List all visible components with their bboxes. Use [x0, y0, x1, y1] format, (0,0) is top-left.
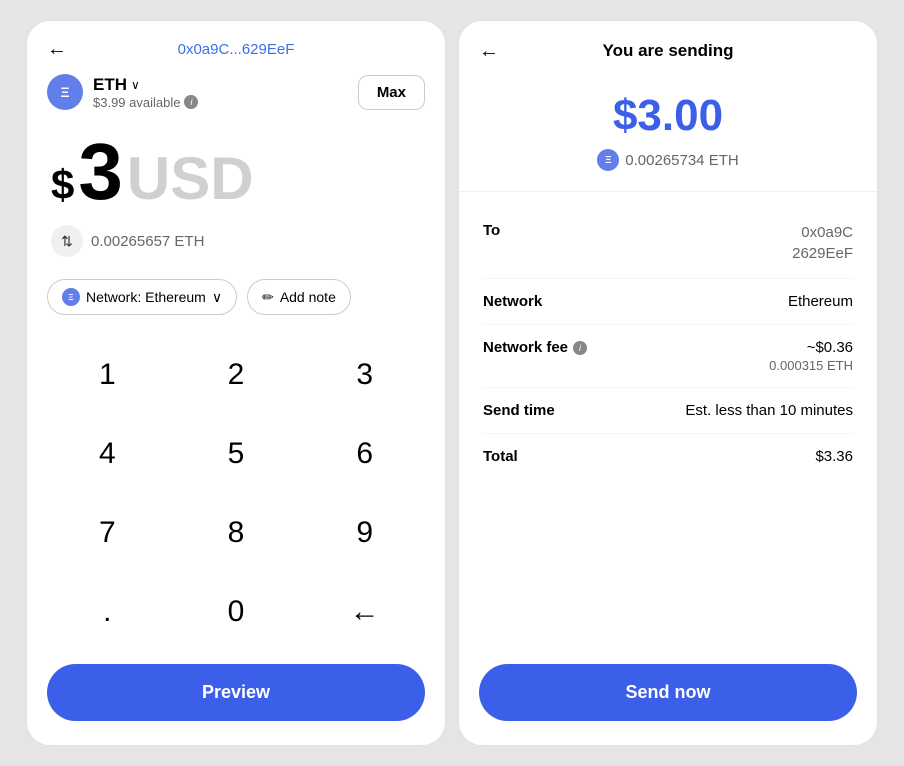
key-2[interactable]: 2 [172, 335, 301, 414]
sending-amount-section: $3.00 Ξ 0.00265734 ETH [459, 81, 877, 192]
total-row: Total $3.36 [483, 434, 853, 479]
eth-conversion-text: 0.00265657 ETH [91, 233, 204, 250]
transaction-details: To 0x0a9C 2629EeF Network Ethereum Netwo… [459, 192, 877, 656]
wallet-address[interactable]: 0x0a9C...629EeF [178, 41, 295, 58]
sending-eth-amount: 0.00265734 ETH [625, 152, 738, 169]
sending-usd-amount: $3.00 [479, 91, 857, 141]
key-7[interactable]: 7 [43, 494, 172, 573]
send-time-label: Send time [483, 402, 555, 419]
network-row: Network Ethereum [483, 279, 853, 325]
token-balance-text: $3.99 available i [93, 95, 198, 110]
to-label: To [483, 222, 500, 239]
network-fee-row: Network fee i ~$0.36 0.000315 ETH [483, 325, 853, 388]
to-row: To 0x0a9C 2629EeF [483, 208, 853, 279]
network-selector-button[interactable]: Ξ Network: Ethereum ∨ [47, 279, 237, 315]
amount-display: $ 3 USD [27, 122, 445, 221]
key-backspace[interactable]: ← [300, 573, 429, 652]
token-info[interactable]: Ξ ETH ∨ $3.99 available i [47, 74, 198, 110]
token-chevron-icon: ∨ [131, 78, 140, 92]
key-0[interactable]: 0 [172, 573, 301, 652]
eth-conversion-row: ⇅ 0.00265657 ETH [27, 221, 445, 271]
options-row: Ξ Network: Ethereum ∨ ✏ Add note [27, 271, 445, 331]
network-fee-eth: 0.000315 ETH [769, 358, 853, 373]
key-8[interactable]: 8 [172, 494, 301, 573]
token-name-label: ETH [93, 75, 127, 95]
sending-eth-icon: Ξ [597, 149, 619, 171]
key-5[interactable]: 5 [172, 414, 301, 493]
right-screen: ← You are sending $3.00 Ξ 0.00265734 ETH… [458, 20, 878, 746]
send-time-row: Send time Est. less than 10 minutes [483, 388, 853, 434]
right-screen-title: You are sending [603, 41, 734, 61]
eth-logo-icon: Ξ [47, 74, 83, 110]
right-header: ← You are sending [459, 41, 877, 81]
add-note-button[interactable]: ✏ Add note [247, 279, 351, 315]
pencil-icon: ✏ [262, 289, 274, 306]
network-detail-label: Network [483, 293, 542, 310]
key-3[interactable]: 3 [300, 335, 429, 414]
token-selector-row: Ξ ETH ∨ $3.99 available i Max [27, 74, 445, 122]
network-chevron-icon: ∨ [212, 289, 222, 306]
left-back-button[interactable]: ← [47, 38, 67, 61]
add-note-label: Add note [280, 289, 336, 305]
network-fee-label: Network fee [483, 339, 568, 356]
left-header: ← 0x0a9C...629EeF [27, 41, 445, 74]
right-back-button[interactable]: ← [479, 40, 499, 63]
preview-button[interactable]: Preview [47, 664, 425, 721]
network-label: Network: Ethereum [86, 289, 206, 305]
amount-number: 3 [78, 132, 123, 212]
swap-currency-button[interactable]: ⇅ [51, 225, 83, 257]
network-detail-value: Ethereum [788, 293, 853, 310]
left-screen: ← 0x0a9C...629EeF Ξ ETH ∨ $3.99 availabl… [26, 20, 446, 746]
key-1[interactable]: 1 [43, 335, 172, 414]
key-dot[interactable]: . [43, 573, 172, 652]
numpad: 1 2 3 4 5 6 7 8 9 . 0 ← [27, 331, 445, 656]
send-now-button[interactable]: Send now [479, 664, 857, 721]
network-fee-label-group: Network fee i [483, 339, 587, 356]
key-6[interactable]: 6 [300, 414, 429, 493]
usd-label: USD [127, 144, 254, 213]
sending-eth-row: Ξ 0.00265734 ETH [479, 149, 857, 171]
balance-info-icon[interactable]: i [184, 95, 198, 109]
key-4[interactable]: 4 [43, 414, 172, 493]
total-label: Total [483, 448, 518, 465]
dollar-sign: $ [51, 161, 74, 209]
network-eth-icon: Ξ [62, 288, 80, 306]
send-time-value: Est. less than 10 minutes [685, 402, 853, 419]
total-value: $3.36 [815, 448, 853, 465]
network-fee-info-icon[interactable]: i [573, 341, 587, 355]
to-address: 0x0a9C 2629EeF [792, 222, 853, 264]
network-fee-usd: ~$0.36 [769, 339, 853, 356]
key-9[interactable]: 9 [300, 494, 429, 573]
max-button[interactable]: Max [358, 75, 425, 110]
